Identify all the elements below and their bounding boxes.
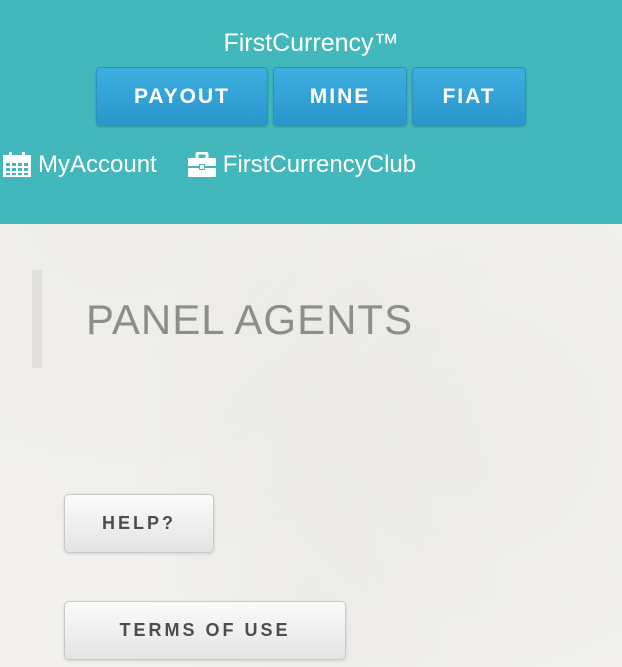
header-links: MyAccount FirstCurrencyClub (0, 147, 416, 183)
nav-button-row: PAYOUT MINE FIAT (0, 67, 622, 126)
firstcurrencyclub-link-label: FirstCurrencyClub (222, 151, 417, 178)
brand-title: FirstCurrency™ (223, 29, 399, 57)
title-accent-bar (32, 270, 42, 368)
firstcurrencyclub-link[interactable]: FirstCurrencyClub (187, 151, 416, 179)
briefcase-icon (187, 152, 217, 178)
page-title: PANEL AGENTS (86, 296, 414, 343)
help-button[interactable]: HELP? (64, 494, 214, 553)
myaccount-link[interactable]: MyAccount (2, 151, 157, 179)
calendar-icon (2, 152, 32, 178)
mine-button[interactable]: MINE (273, 67, 407, 126)
header-bar: FirstCurrency™ PAYOUT MINE FIAT MyAccoun… (0, 0, 622, 224)
terms-of-use-button[interactable]: TERMS OF USE (64, 601, 346, 660)
fiat-button[interactable]: FIAT (412, 67, 526, 126)
myaccount-link-label: MyAccount (38, 151, 157, 178)
payout-button[interactable]: PAYOUT (96, 67, 268, 126)
